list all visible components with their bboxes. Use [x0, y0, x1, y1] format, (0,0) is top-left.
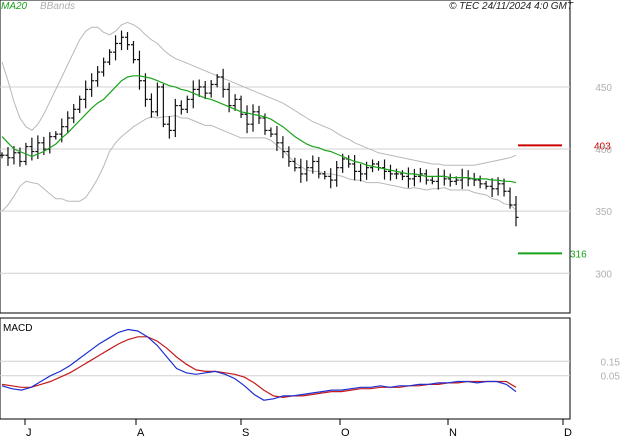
- x-tick-label: A: [137, 427, 145, 439]
- x-tick-label: D: [564, 427, 572, 439]
- legend-bbands: BBands: [40, 1, 75, 12]
- macd-panel-frame: [0, 317, 571, 420]
- stock-chart: 403316 4504003503000.150.05 JASOND MA20 …: [0, 0, 620, 439]
- price-tick-label: 450: [595, 83, 612, 94]
- macd-title: MACD: [3, 323, 32, 334]
- macd-tick-label: 0.15: [601, 357, 621, 368]
- macd-tick-label: 0.05: [601, 372, 621, 383]
- x-tick-label: N: [449, 427, 457, 439]
- price-tick-label: 350: [595, 207, 612, 218]
- price-tick-label: 300: [595, 269, 612, 280]
- y-axis-labels: 450 400 350 300 0.15 0.05: [595, 83, 620, 383]
- x-axis-labels: JASOND: [24, 419, 572, 439]
- source-timestamp: © TEC 24/11/2024 4:0 GMT: [449, 1, 574, 12]
- x-tick-label: S: [242, 427, 249, 439]
- support-label: 316: [570, 249, 587, 260]
- price-panel-frame: [0, 0, 571, 314]
- x-tick-label: J: [26, 427, 32, 439]
- legend-ma20: MA20: [1, 1, 28, 12]
- x-tick-label: O: [341, 427, 350, 439]
- price-tick-label: 400: [595, 145, 612, 156]
